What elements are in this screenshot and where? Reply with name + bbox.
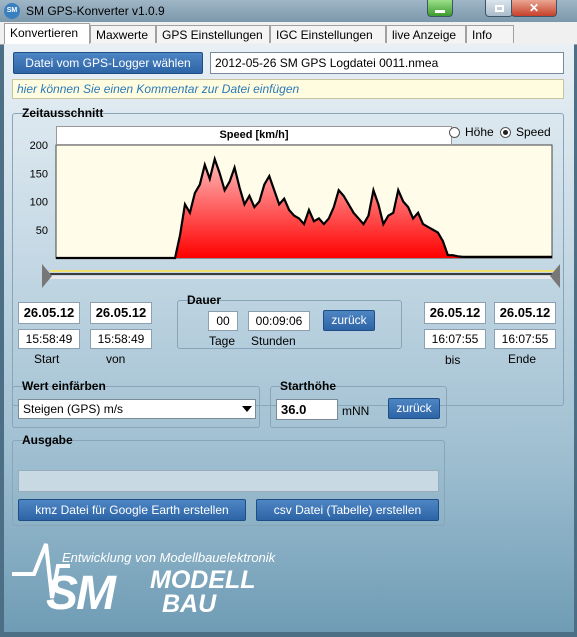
stunden-label: Stunden	[251, 334, 296, 348]
y-tick-label: 50	[36, 225, 48, 237]
ende-time: 16:07:55	[494, 329, 556, 349]
von-time[interactable]: 15:58:49	[90, 329, 152, 349]
stunden-field: 00:09:06	[248, 311, 310, 331]
logo-modell: MODELL	[150, 566, 256, 594]
chart-title: Speed [km/h]	[56, 126, 452, 145]
y-tick-label: 200	[30, 140, 48, 152]
timeline-track	[50, 270, 558, 280]
color-value-selected: Steigen (GPS) m/s	[23, 402, 124, 416]
start-time: 15:58:49	[18, 329, 80, 349]
radio-speed-label: Speed	[516, 125, 551, 139]
start-date: 26.05.12	[18, 302, 80, 324]
color-value-select[interactable]: Steigen (GPS) m/s	[18, 399, 256, 419]
start-label: Start	[34, 352, 60, 366]
von-label: von	[106, 352, 126, 366]
close-button[interactable]: ✕	[511, 0, 557, 17]
wert-einfaerben-title: Wert einfärben	[22, 379, 106, 393]
tage-label: Tage	[209, 334, 236, 348]
logo-tagline: Entwicklung von Modellbauelektronik	[62, 550, 276, 565]
filename-field[interactable]: 2012-05-26 SM GPS Logdatei 0011.nmea	[210, 52, 564, 74]
app-icon: SM	[4, 3, 20, 19]
konvertieren-panel: Datei vom GPS-Logger wählen 2012-05-26 S…	[4, 44, 574, 632]
radio-speed[interactable]	[500, 127, 511, 138]
maximize-button[interactable]	[485, 0, 513, 17]
y-tick-label: 150	[30, 168, 48, 180]
starthoehe-zurueck-button[interactable]: zurück	[388, 398, 440, 419]
bis-label: bis	[445, 353, 461, 367]
dauer-zurueck-button[interactable]: zurück	[323, 310, 375, 331]
close-icon: ✕	[528, 1, 540, 15]
choose-file-button[interactable]: Datei vom GPS-Logger wählen	[13, 52, 203, 74]
starthoehe-title: Starthöhe	[280, 379, 337, 393]
start-handle[interactable]	[42, 264, 52, 288]
maximize-icon	[494, 4, 504, 12]
sm-modellbau-logo: Entwicklung von Modellbauelektronik SM M…	[12, 536, 322, 626]
window-title: SM GPS-Konverter v1.0.9	[26, 4, 165, 18]
csv-export-button[interactable]: csv Datei (Tabelle) erstellen	[256, 499, 439, 521]
output-progress-bar	[18, 470, 439, 492]
tab-maxwerte[interactable]: Maxwerte	[90, 25, 156, 43]
radio-hoehe-label: Höhe	[465, 125, 494, 139]
ausgabe-title: Ausgabe	[22, 433, 73, 447]
comment-field[interactable]: hier können Sie einen Kommentar zur Date…	[12, 79, 564, 99]
minimize-icon	[435, 9, 445, 13]
bis-time[interactable]: 16:07:55	[424, 329, 486, 349]
tab-live-anzeige[interactable]: live Anzeige	[386, 25, 466, 43]
tage-field: 00	[208, 311, 238, 331]
tab-gps-einstellungen[interactable]: GPS Einstellungen	[156, 25, 270, 43]
y-tick-label: 100	[30, 197, 48, 209]
ende-label: Ende	[508, 352, 537, 366]
starthoehe-input[interactable]: 36.0	[276, 399, 338, 420]
tab-igc-einstellungen[interactable]: IGC Einstellungen	[270, 25, 386, 43]
starthoehe-unit: mNN	[342, 404, 370, 418]
tab-konvertieren[interactable]: Konvertieren	[4, 23, 90, 44]
tab-info[interactable]: Info	[466, 25, 514, 43]
dauer-title: Dauer	[187, 293, 222, 307]
zeitausschnitt-title: Zeitausschnitt	[22, 106, 104, 120]
logo-bau: BAU	[162, 590, 217, 618]
end-handle[interactable]	[550, 264, 560, 288]
ende-date: 26.05.12	[494, 302, 556, 324]
chevron-down-icon	[242, 406, 252, 412]
logo-sm: SM	[46, 567, 116, 620]
kmz-export-button[interactable]: kmz Datei für Google Earth erstellen	[18, 499, 246, 521]
minimize-button[interactable]	[427, 0, 453, 17]
radio-hoehe[interactable]	[449, 127, 460, 138]
tab-bar: Konvertieren Maxwerte GPS Einstellungen …	[0, 22, 577, 45]
bis-date[interactable]: 26.05.12	[424, 302, 486, 324]
von-date[interactable]: 26.05.12	[90, 302, 152, 324]
